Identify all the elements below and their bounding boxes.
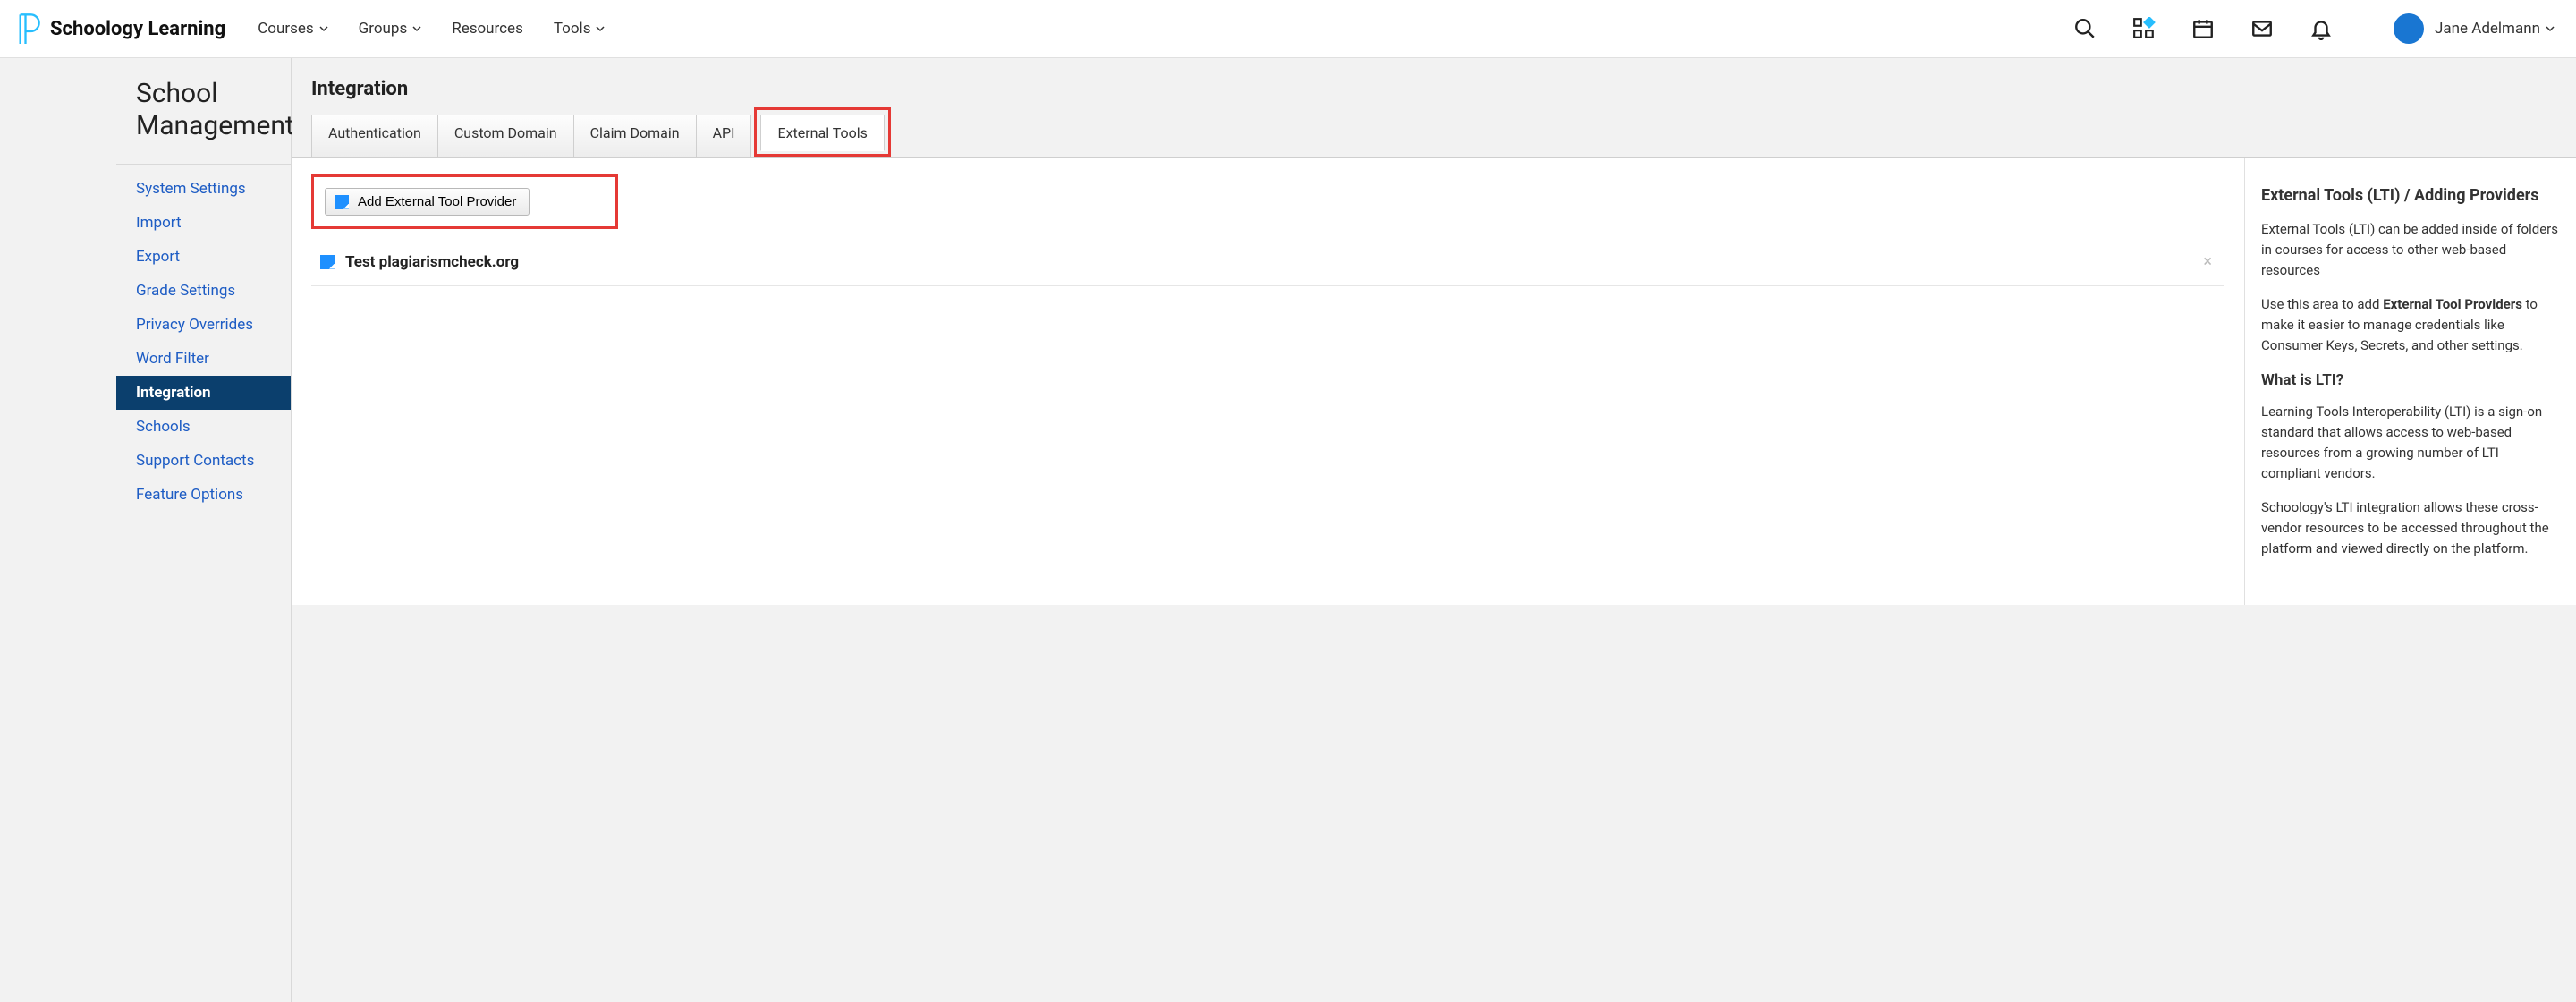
user-menu[interactable]: Jane Adelmann [2394, 13, 2555, 44]
sidebar-item-privacy-overrides[interactable]: Privacy Overrides [116, 308, 291, 342]
chevron-down-icon [2546, 24, 2555, 33]
nav-groups[interactable]: Groups [359, 20, 422, 38]
content-main: Add External Tool Provider Test plagiari… [292, 158, 2245, 605]
tab-custom-domain[interactable]: Custom Domain [437, 115, 574, 157]
sidebar-item-support-contacts[interactable]: Support Contacts [116, 444, 291, 478]
page-body: School Management System SettingsImportE… [0, 58, 2576, 1002]
bell-icon[interactable] [2309, 17, 2333, 40]
search-icon[interactable] [2073, 17, 2097, 40]
chevron-down-icon [412, 24, 421, 33]
brand-logo-icon [16, 13, 41, 45]
header-icon-tray: Jane Adelmann [2073, 13, 2555, 44]
nav-resources-label: Resources [452, 20, 523, 38]
sidebar-title-line2: Management [136, 110, 294, 141]
nav-groups-label: Groups [359, 20, 408, 38]
nav-tools-label: Tools [554, 20, 591, 38]
primary-nav: Courses Groups Resources Tools [258, 20, 605, 38]
user-name-label: Jane Adelmann [2435, 20, 2540, 38]
add-button-label: Add External Tool Provider [358, 194, 516, 209]
tab-external-tools[interactable]: External Tools [760, 115, 884, 151]
nav-courses-label: Courses [258, 20, 313, 38]
sidebar-item-word-filter[interactable]: Word Filter [116, 342, 291, 376]
top-header: Schoology Learning Courses Groups Resour… [0, 0, 2576, 58]
external-tool-icon [335, 195, 349, 209]
tabs-bar: AuthenticationCustom DomainClaim DomainA… [311, 115, 2556, 157]
sidebar-list: System SettingsImportExportGrade Setting… [116, 165, 291, 519]
chevron-down-icon [596, 24, 605, 33]
providers-list: Test plagiarismcheck.org × [311, 242, 2224, 286]
tab-claim-domain[interactable]: Claim Domain [573, 115, 697, 157]
apps-icon[interactable] [2132, 17, 2156, 40]
nav-tools[interactable]: Tools [554, 20, 606, 38]
brand[interactable]: Schoology Learning [16, 13, 225, 45]
info-title: External Tools (LTI) / Adding Providers [2261, 183, 2560, 208]
sidebar-title: School Management [116, 58, 291, 164]
info-p1: External Tools (LTI) can be added inside… [2261, 219, 2560, 282]
tab-authentication[interactable]: Authentication [311, 115, 438, 157]
brand-text: Schoology Learning [50, 18, 225, 40]
page-title: Integration [311, 78, 2556, 100]
external-tool-icon [320, 255, 335, 269]
provider-row[interactable]: Test plagiarismcheck.org × [311, 242, 2224, 286]
calendar-icon[interactable] [2191, 17, 2215, 40]
sidebar-item-schools[interactable]: Schools [116, 410, 291, 444]
nav-resources[interactable]: Resources [452, 20, 523, 38]
info-subheading: What is LTI? [2261, 369, 2560, 392]
info-p2: Use this area to add External Tool Provi… [2261, 294, 2560, 357]
content-row: Add External Tool Provider Test plagiari… [292, 157, 2576, 605]
info-panel: External Tools (LTI) / Adding Providers … [2245, 158, 2576, 605]
highlight-external-tools-tab: External Tools [754, 107, 890, 157]
highlight-add-button: Add External Tool Provider [311, 174, 618, 229]
chevron-down-icon [319, 24, 328, 33]
info-p4: Schoology's LTI integration allows these… [2261, 497, 2560, 560]
mail-icon[interactable] [2250, 17, 2274, 40]
nav-courses[interactable]: Courses [258, 20, 327, 38]
info-p3: Learning Tools Interoperability (LTI) is… [2261, 402, 2560, 485]
sidebar-item-export[interactable]: Export [116, 240, 291, 274]
sidebar-item-integration[interactable]: Integration [116, 376, 291, 410]
main-area: Integration AuthenticationCustom DomainC… [292, 58, 2576, 1002]
tab-api[interactable]: API [696, 115, 752, 157]
avatar [2394, 13, 2424, 44]
sidebar: School Management System SettingsImportE… [0, 58, 292, 1002]
main-header: Integration AuthenticationCustom DomainC… [292, 58, 2576, 157]
sidebar-item-import[interactable]: Import [116, 206, 291, 240]
add-external-tool-button[interactable]: Add External Tool Provider [325, 188, 530, 216]
sidebar-item-feature-options[interactable]: Feature Options [116, 478, 291, 512]
remove-provider-icon[interactable]: × [2196, 250, 2219, 273]
provider-name: Test plagiarismcheck.org [345, 253, 519, 271]
sidebar-item-grade-settings[interactable]: Grade Settings [116, 274, 291, 308]
sidebar-item-system-settings[interactable]: System Settings [116, 172, 291, 206]
sidebar-title-line1: School [136, 78, 218, 109]
